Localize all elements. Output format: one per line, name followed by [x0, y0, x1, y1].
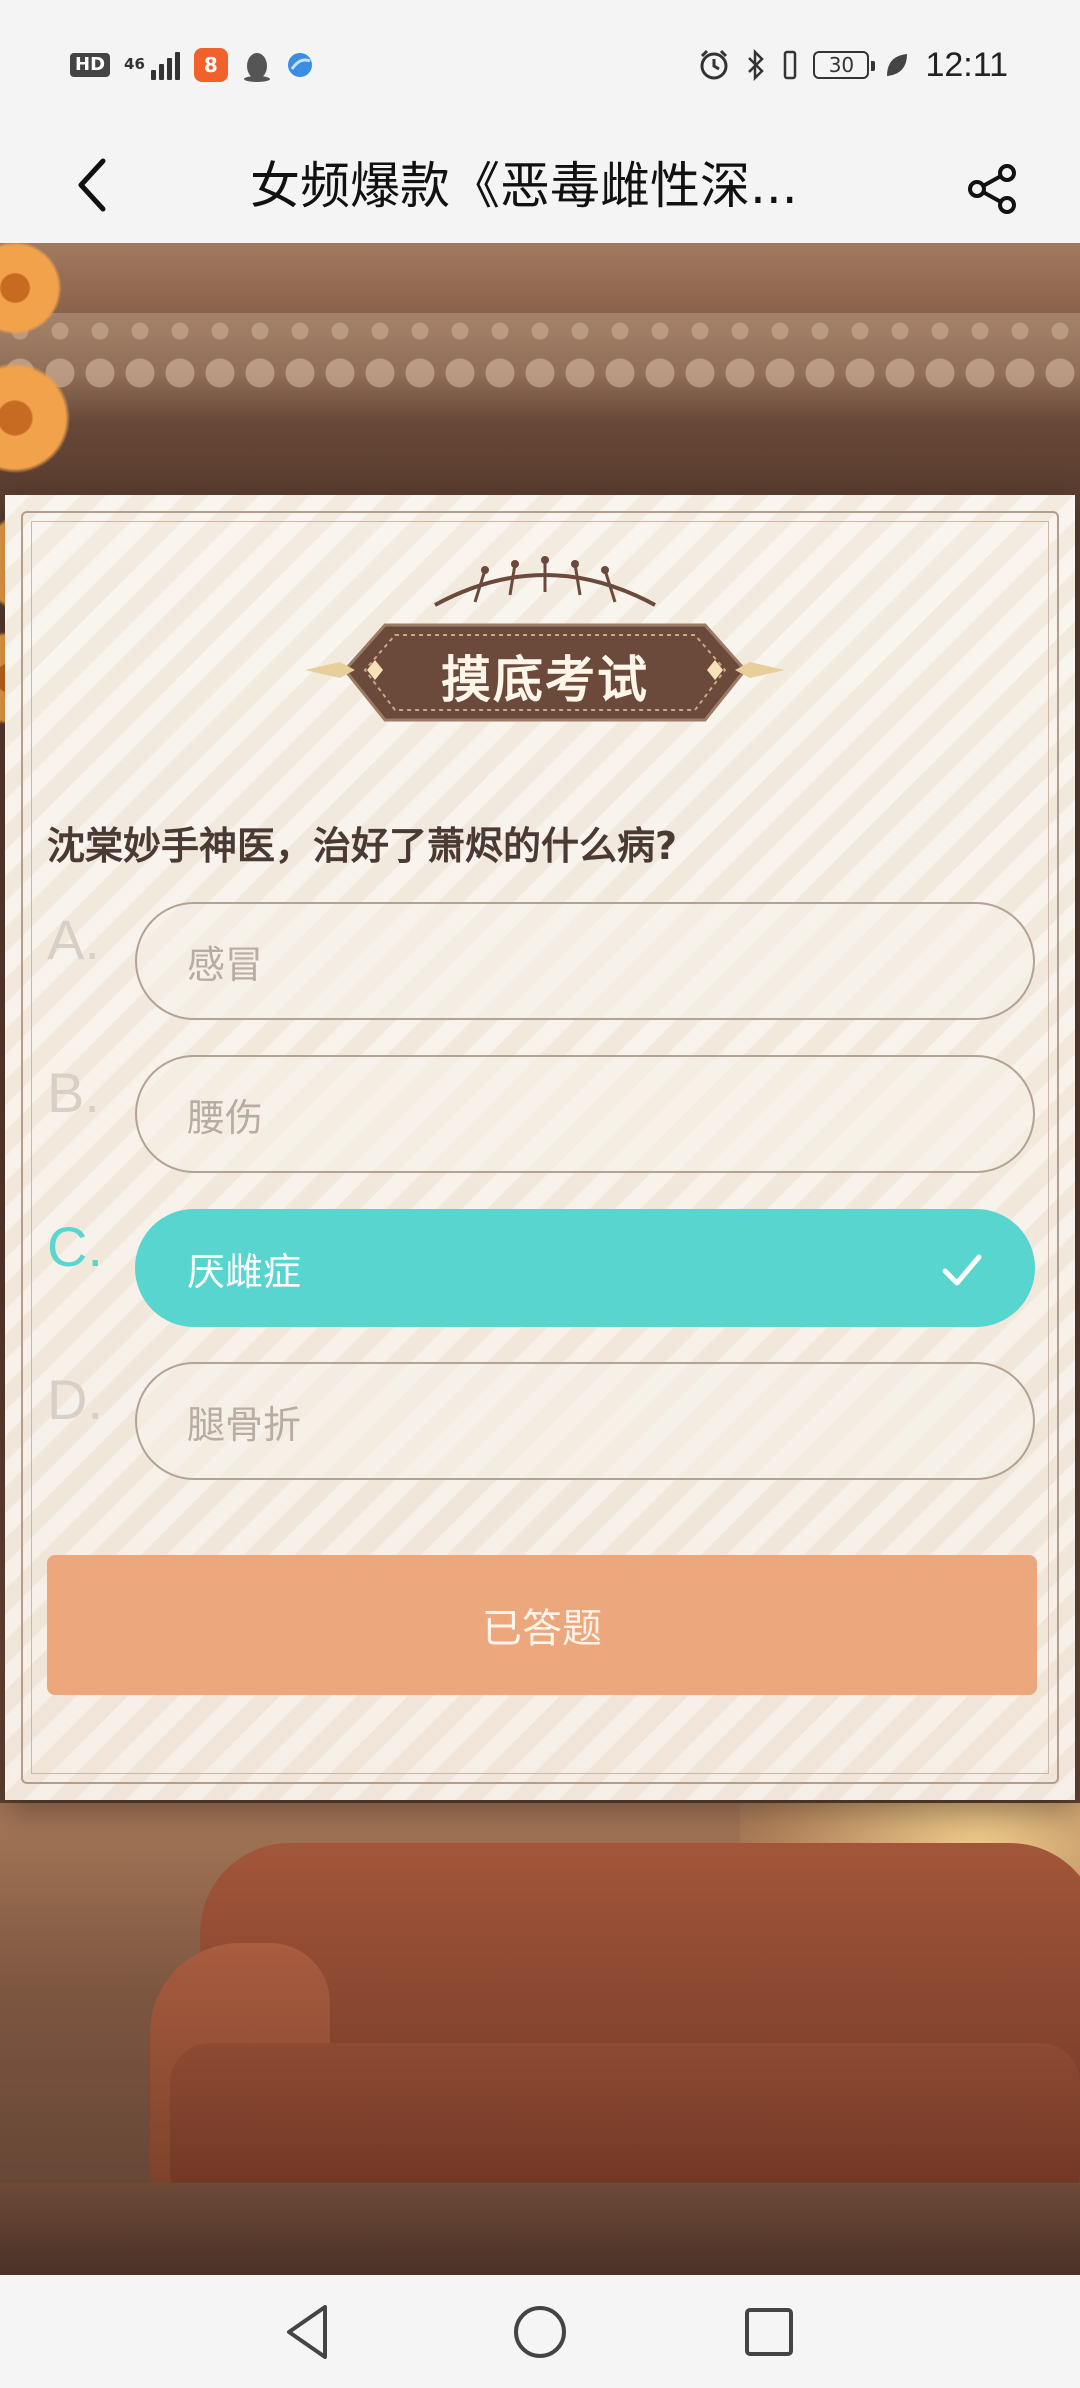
ceiling	[0, 243, 1080, 313]
option-b-letter: B.	[47, 1061, 100, 1124]
qq-penguin-icon	[243, 53, 270, 82]
browser-icon	[287, 53, 312, 77]
system-navigation-bar	[0, 2275, 1080, 2388]
quiz-title: 摸底考试	[441, 651, 649, 709]
option-c-label: 厌雌症	[187, 1249, 302, 1294]
option-a-label: 感冒	[187, 942, 264, 987]
square-recents-icon[interactable]	[736, 2299, 802, 2365]
option-d[interactable]: 腿骨折	[135, 1362, 1035, 1480]
option-d-letter: D.	[47, 1368, 103, 1431]
chevron-left-icon	[78, 158, 106, 212]
status-bar: HD 46 8 30 12:11	[0, 0, 1080, 130]
option-c-letter: C.	[47, 1215, 103, 1278]
circle-home-icon[interactable]	[507, 2299, 573, 2365]
clock: 12:11	[925, 45, 1008, 84]
option-a-letter: A.	[47, 908, 100, 971]
option-a[interactable]: 感冒	[135, 902, 1035, 1020]
option-b[interactable]: 腰伤	[135, 1055, 1035, 1173]
alarm-icon	[700, 49, 728, 80]
battery-icon: 30	[813, 51, 876, 79]
checkmark-icon	[942, 1254, 982, 1286]
triangle-back-icon[interactable]	[275, 2299, 341, 2365]
page-title: 女频爆款《恶毒雌性深...	[250, 157, 798, 215]
status-left-icons: HD 46 8	[70, 48, 314, 82]
back-button[interactable]	[62, 150, 122, 220]
option-d-label: 腿骨折	[187, 1402, 302, 1447]
question-text: 沈棠妙手神医，治好了萧烬的什么病?	[47, 824, 678, 868]
status-right-icons: 30 12:11	[697, 46, 1008, 85]
share-button[interactable]	[958, 154, 1028, 224]
option-c[interactable]: 厌雌症	[135, 1209, 1035, 1327]
option-b-label: 腰伤	[187, 1095, 264, 1140]
app-notification-icon: 8	[193, 48, 228, 82]
vibrate-icon	[784, 50, 797, 80]
navigation-bar: 女频爆款《恶毒雌性深...	[0, 130, 1080, 243]
quiz-card: 摸底考试 沈棠妙手神医，治好了萧烬的什么病? A. 感冒 B. 腰伤 C. 厌雌…	[5, 495, 1075, 1800]
lace-trim	[0, 313, 1080, 423]
signal-icon: 46	[124, 50, 180, 80]
answered-button[interactable]: 已答题	[47, 1555, 1037, 1695]
title-plaque: 摸底考试	[305, 550, 785, 750]
hd-icon: HD	[70, 53, 111, 77]
floor	[0, 2183, 1080, 2275]
power-saving-leaf-icon	[887, 54, 908, 76]
share-icon	[968, 164, 1016, 214]
bluetooth-icon	[748, 48, 765, 82]
